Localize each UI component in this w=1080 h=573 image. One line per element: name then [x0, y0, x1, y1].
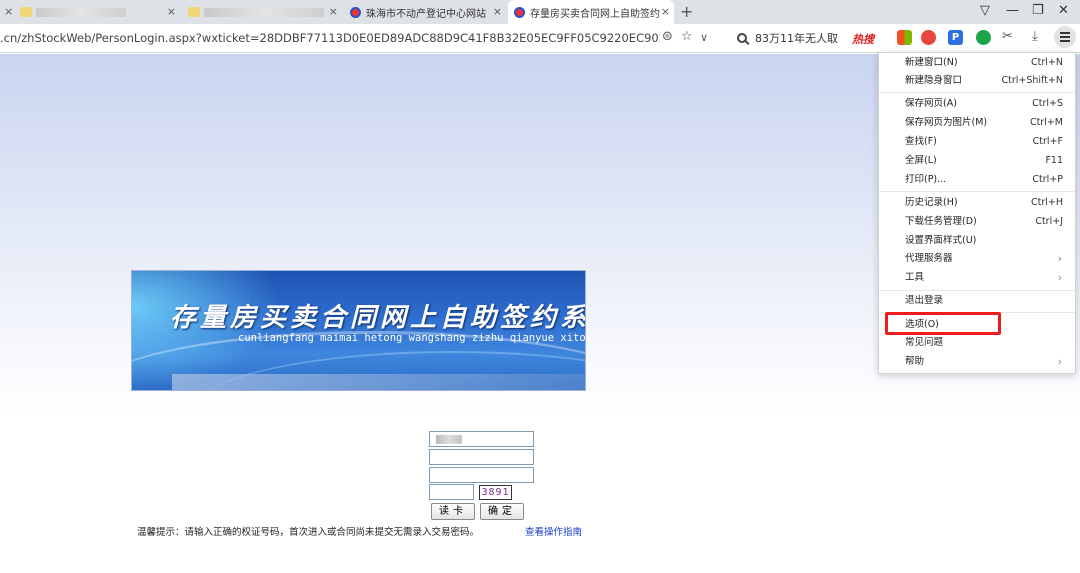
menu-separator: [879, 191, 1075, 192]
login-hint: 温馨提示：请输入正确的权证号码，首次进入或合同尚未提交无需录入交易密码。: [137, 527, 480, 538]
menu-item-shortcut: F11: [1045, 155, 1063, 166]
captcha-image[interactable]: 3891: [479, 485, 512, 500]
menu-item-new-incognito[interactable]: 新建隐身窗口 Ctrl+Shift+N: [879, 72, 1075, 90]
password-field[interactable]: [429, 467, 534, 483]
scissors-icon[interactable]: ✂: [1002, 29, 1013, 44]
menu-item-label: 代理服务器: [905, 253, 953, 264]
address-bar-url[interactable]: .cn/zhStockWeb/PersonLogin.aspx?wxticket…: [0, 31, 660, 45]
chevron-right-icon: ›: [1057, 355, 1062, 368]
menu-item-help[interactable]: 帮助 ›: [879, 353, 1075, 371]
search-box[interactable]: 83万11年无人取: [733, 28, 845, 48]
menu-item-shortcut: Ctrl+F: [1032, 136, 1063, 147]
download-icon[interactable]: ⤓: [1032, 29, 1038, 44]
menu-item-label: 新建隐身窗口: [905, 75, 963, 86]
menu-item-label: 全屏(L): [905, 155, 937, 166]
tab-close-icon[interactable]: ×: [167, 5, 176, 18]
menu-item-find[interactable]: 查找(F) Ctrl+F: [879, 133, 1075, 151]
tab-label: 存量房买卖合同网上自助签约: [530, 8, 660, 20]
p-extension-icon[interactable]: P: [948, 30, 963, 45]
main-menu-button[interactable]: [1054, 26, 1076, 48]
shirt-skin-icon[interactable]: ▽: [980, 3, 990, 18]
compat-mode-icon[interactable]: ⊜: [662, 29, 673, 44]
menu-item-proxy[interactable]: 代理服务器 ›: [879, 250, 1075, 268]
restore-icon[interactable]: ❐: [1032, 3, 1044, 18]
menu-item-shortcut: Ctrl+S: [1032, 98, 1063, 109]
chevron-right-icon: ›: [1057, 252, 1062, 265]
search-suggestion: 83万11年无人取: [755, 32, 838, 45]
menu-item-label: 打印(P)...: [905, 174, 947, 185]
banner-skyline: [172, 374, 585, 390]
menu-item-faq[interactable]: 常见问题: [879, 334, 1075, 352]
menu-item-label: 查找(F): [905, 136, 937, 147]
tab-zhuhai-realestate[interactable]: 珠海市不动产登记中心网站 ×: [344, 0, 506, 24]
new-tab-button[interactable]: +: [680, 2, 693, 21]
menu-item-label: 新建窗口(N): [905, 57, 958, 68]
menu-separator: [879, 92, 1075, 93]
address-toolbar: .cn/zhStockWeb/PersonLogin.aspx?wxticket…: [0, 24, 1080, 53]
menu-item-appearance[interactable]: 设置界面样式(U): [879, 232, 1075, 250]
menu-item-fullscreen[interactable]: 全屏(L) F11: [879, 152, 1075, 170]
menu-item-tools[interactable]: 工具 ›: [879, 269, 1075, 287]
tab-close-icon[interactable]: ×: [329, 5, 338, 18]
search-icon: [737, 33, 747, 43]
system-banner: 存量房买卖合同网上自助签约系统 cunliangfang maimai heto…: [131, 270, 586, 391]
menu-item-save-page[interactable]: 保存网页(A) Ctrl+S: [879, 95, 1075, 113]
tab-strip: × × × 珠海市不动产登记中心网站 × 存量房买卖合同网上自助签约 × + ▽…: [0, 0, 1080, 24]
menu-item-history[interactable]: 历史记录(H) Ctrl+H: [879, 194, 1075, 212]
menu-item-label: 历史记录(H): [905, 197, 958, 208]
menu-item-label: 下载任务管理(D): [905, 216, 977, 227]
tab-self-sign-system[interactable]: 存量房买卖合同网上自助签约 ×: [508, 0, 674, 24]
tab-favicon-icon: [188, 7, 200, 17]
options-highlight-box: [885, 312, 1001, 335]
operation-guide-link[interactable]: 查看操作指南: [525, 524, 582, 538]
site-favicon-icon: [350, 6, 361, 18]
menu-item-label: 帮助: [905, 356, 925, 367]
menu-item-shortcut: Ctrl+N: [1031, 57, 1063, 68]
tab-close-icon[interactable]: ×: [4, 5, 13, 18]
menu-item-label: 设置界面样式(U): [905, 235, 977, 246]
minimize-icon[interactable]: —: [1006, 3, 1019, 18]
menu-item-label: 工具: [905, 272, 925, 283]
banner-subtitle: cunliangfang maimai hetong wangshang ziz…: [238, 332, 586, 344]
hot-search-label[interactable]: 热搜: [852, 31, 874, 47]
menu-item-save-as-image[interactable]: 保存网页为图片(M) Ctrl+M: [879, 114, 1075, 132]
tab-close-icon[interactable]: ×: [493, 5, 502, 18]
tab-close-icon[interactable]: ×: [661, 5, 670, 18]
tab-title-redacted: [204, 7, 324, 17]
certificate-number-field[interactable]: [429, 431, 534, 447]
menu-item-label: 退出登录: [905, 295, 944, 306]
tab-blurred-1[interactable]: ×: [14, 0, 180, 24]
menu-item-print[interactable]: 打印(P)... Ctrl+P: [879, 171, 1075, 189]
menu-item-downloads[interactable]: 下载任务管理(D) Ctrl+J: [879, 213, 1075, 231]
menu-item-shortcut: Ctrl+M: [1029, 117, 1063, 128]
menu-item-label: 常见问题: [905, 337, 944, 348]
game-icon[interactable]: [921, 30, 936, 45]
close-window-icon[interactable]: ✕: [1058, 3, 1069, 18]
bookmark-star-icon[interactable]: ☆: [681, 29, 693, 44]
id-number-field[interactable]: [429, 449, 534, 465]
confirm-button[interactable]: 确定: [480, 503, 524, 520]
menu-item-label: 保存网页为图片(M): [905, 117, 988, 128]
menu-item-shortcut: Ctrl+Shift+N: [1001, 75, 1063, 86]
banner-title: 存量房买卖合同网上自助签约系统: [170, 303, 586, 333]
site-favicon-icon: [514, 6, 525, 18]
menu-item-new-window[interactable]: 新建窗口(N) Ctrl+N: [879, 54, 1075, 72]
tab-favicon-icon: [20, 7, 32, 17]
menu-item-logout[interactable]: 退出登录: [879, 292, 1075, 310]
captcha-input[interactable]: [429, 484, 474, 500]
menu-item-shortcut: Ctrl+H: [1030, 197, 1063, 208]
tab-blurred-2[interactable]: ×: [182, 0, 342, 24]
green-extension-icon[interactable]: [976, 30, 991, 45]
menu-separator: [879, 290, 1075, 291]
tab-label: 珠海市不动产登记中心网站: [366, 8, 486, 20]
chevron-right-icon: ›: [1057, 271, 1062, 284]
chevron-down-icon[interactable]: ∨: [700, 31, 708, 44]
read-card-button[interactable]: 读卡: [431, 503, 475, 520]
tab-title-redacted: [36, 7, 126, 17]
app-grid-icon[interactable]: [897, 30, 912, 45]
menu-item-shortcut: Ctrl+P: [1032, 174, 1063, 185]
menu-item-label: 保存网页(A): [905, 98, 957, 109]
menu-item-shortcut: Ctrl+J: [1035, 216, 1063, 227]
